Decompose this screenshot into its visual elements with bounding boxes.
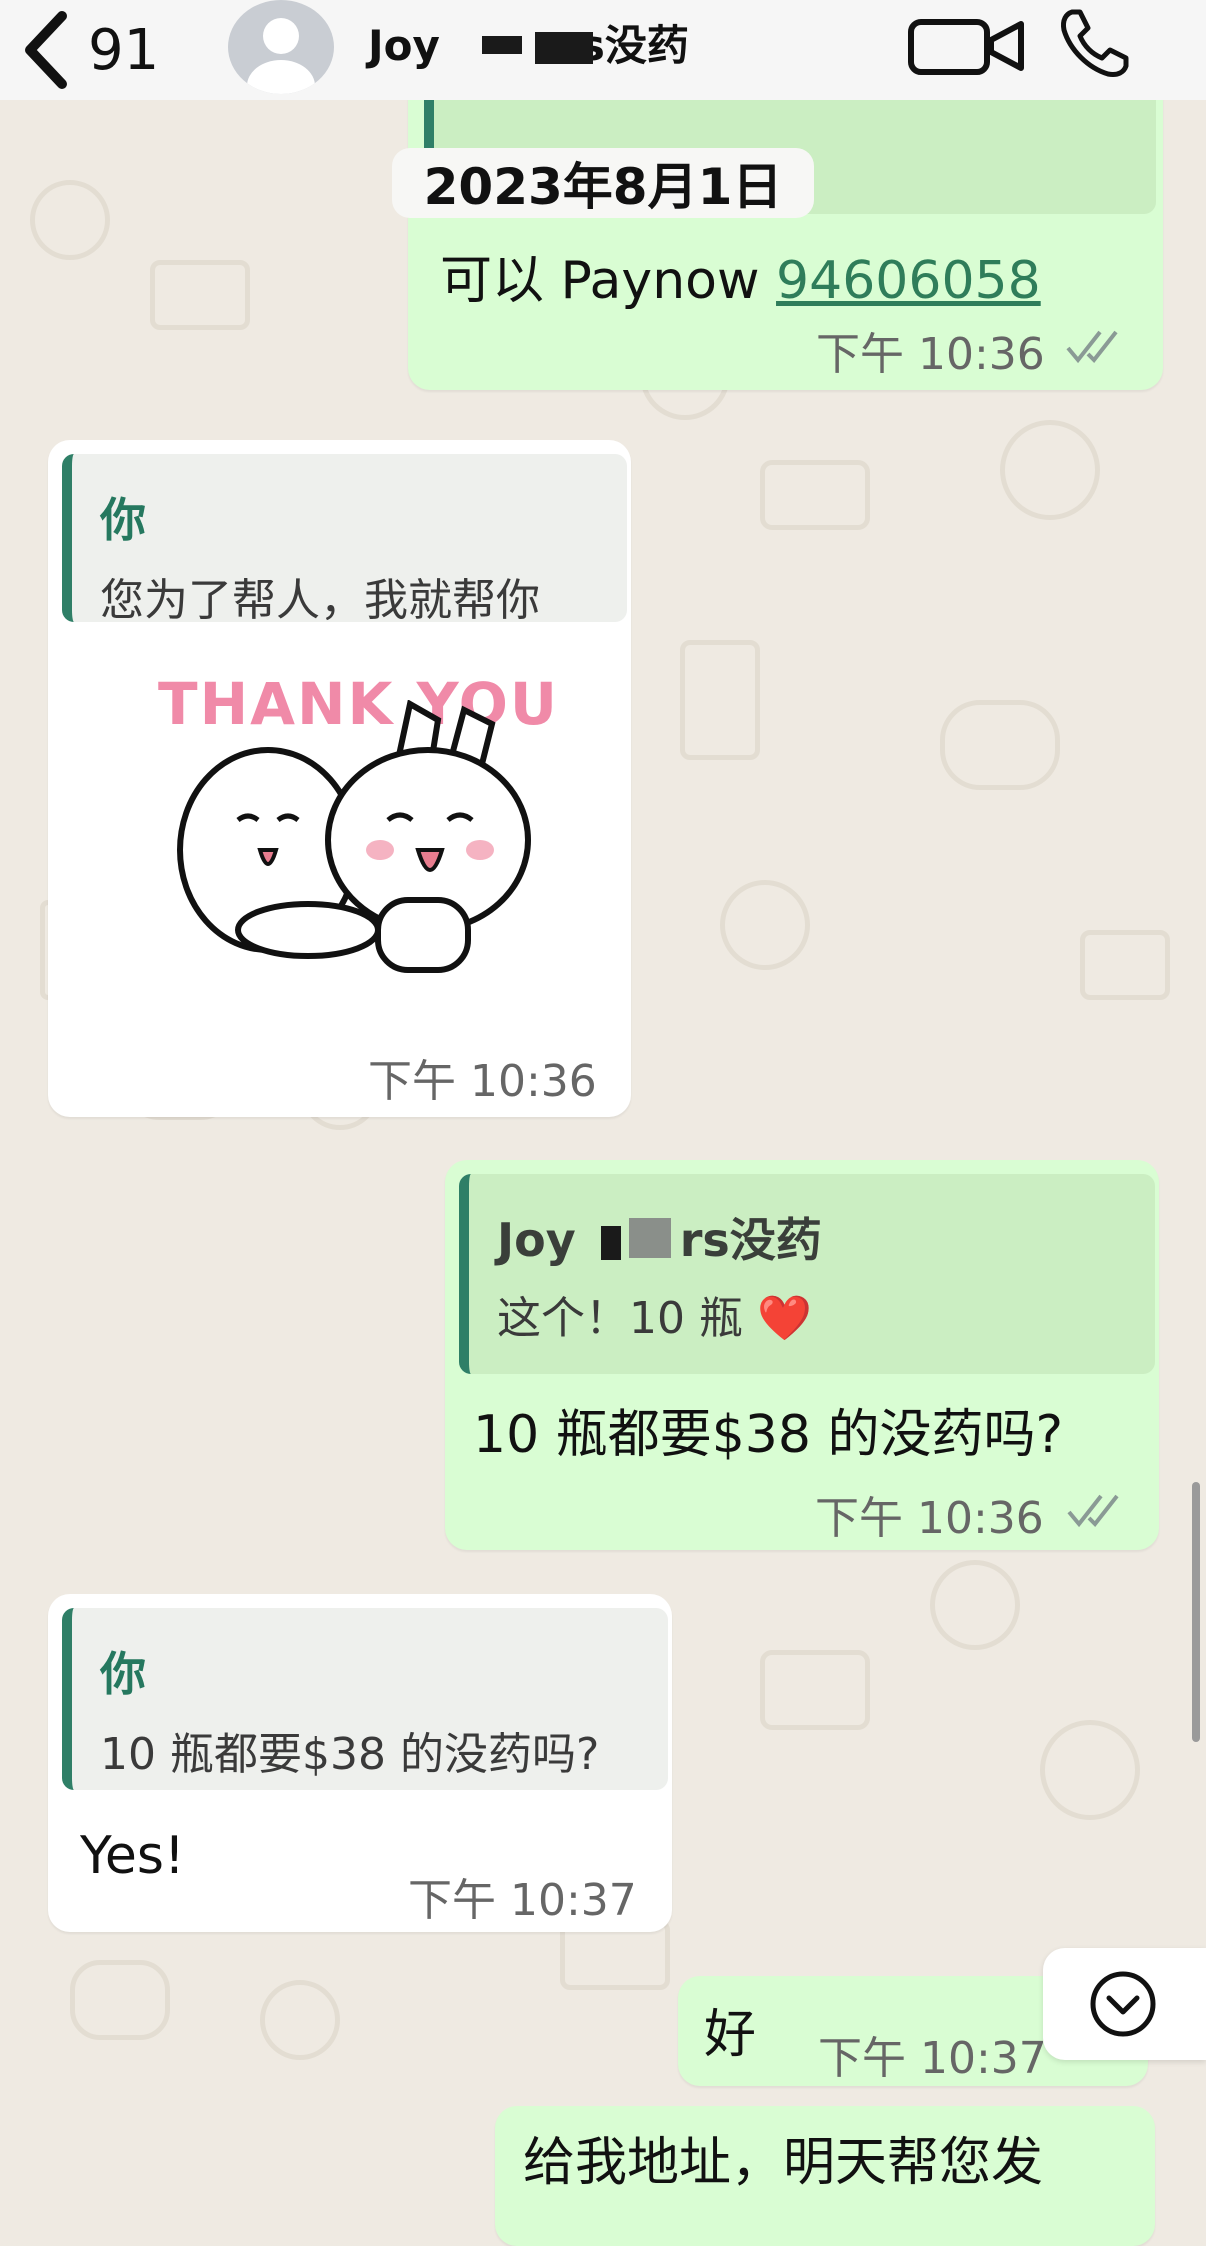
phone-icon bbox=[1061, 9, 1129, 77]
redaction-mark bbox=[629, 1218, 671, 1258]
message-text: Yes! bbox=[80, 1826, 185, 1886]
quote-author: 你 bbox=[100, 493, 146, 547]
date-separator: 2023年8月1日 bbox=[392, 148, 814, 218]
message-text: 10 瓶都要$38 的没药吗? bbox=[473, 1405, 1064, 1465]
scrollbar[interactable] bbox=[1192, 1482, 1200, 1742]
message-time: 下午 10:37 bbox=[818, 2033, 1047, 2084]
read-receipt-icon bbox=[1067, 1494, 1119, 1528]
phone-number-link[interactable]: 94606058 bbox=[776, 251, 1041, 311]
scroll-to-bottom-button[interactable] bbox=[1043, 1948, 1206, 2060]
unread-count: 91 bbox=[88, 17, 160, 83]
bunny-sticker-icon bbox=[177, 700, 531, 973]
heart-emoji: ❤️ bbox=[756, 1293, 812, 1344]
message-incoming[interactable]: 你 您为了帮人，我就帮你 THANK YOU 下午 10:36 bbox=[48, 440, 631, 1117]
video-camera-icon bbox=[908, 19, 1024, 75]
quote-text: 这个！10 瓶 ❤️ bbox=[497, 1293, 812, 1344]
message-outgoing[interactable]: Joy rs没药 这个！10 瓶 ❤️ 10 瓶都要$38 的没药吗? 下午 10… bbox=[445, 1160, 1159, 1550]
avatar-person-icon bbox=[247, 18, 315, 94]
message-outgoing[interactable]: 给我地址，明天帮您发 bbox=[495, 2106, 1155, 2246]
read-receipt-icon bbox=[1066, 330, 1118, 364]
message-time: 下午 10:36 bbox=[816, 329, 1045, 380]
video-call-button[interactable] bbox=[905, 10, 1029, 84]
sticker-thank-you[interactable]: THANK YOU bbox=[148, 660, 578, 980]
message-outgoing[interactable]: 可以 Paynow 94606058 下午 10:36 bbox=[408, 70, 1163, 390]
avatar[interactable] bbox=[228, 0, 334, 94]
message-text: 给我地址，明天帮您发 bbox=[523, 2133, 1044, 2193]
message-time: 下午 10:37 bbox=[408, 1875, 637, 1926]
redaction-mark bbox=[535, 32, 593, 64]
quoted-message[interactable]: 你 您为了帮人，我就帮你 bbox=[62, 454, 627, 626]
quoted-message[interactable]: Joy rs没药 这个！10 瓶 ❤️ bbox=[459, 1174, 1155, 1374]
chevron-down-icon bbox=[1090, 1971, 1156, 2037]
message-text: 可以 Paynow 94606058 bbox=[440, 251, 1041, 311]
message-text: 好 bbox=[704, 2005, 757, 2065]
message-time: 下午 10:36 bbox=[368, 1056, 597, 1107]
chat-header: 91 Joy s没药 bbox=[0, 0, 1206, 100]
quote-text: 您为了帮人，我就帮你 bbox=[100, 575, 540, 626]
quote-text: 10 瓶都要$38 的没药吗? bbox=[100, 1729, 600, 1780]
redaction-mark bbox=[482, 36, 522, 54]
back-chevron-icon bbox=[25, 11, 67, 89]
quote-author: 你 bbox=[100, 1647, 146, 1701]
message-time: 下午 10:36 bbox=[815, 1493, 1044, 1544]
voice-call-button[interactable] bbox=[1058, 6, 1132, 84]
quoted-message[interactable]: 你 10 瓶都要$38 的没药吗? bbox=[62, 1608, 668, 1790]
back-button[interactable]: 91 bbox=[22, 0, 159, 100]
contact-name[interactable]: Joy s没药 bbox=[368, 12, 689, 73]
redaction-mark bbox=[601, 1226, 621, 1260]
message-incoming[interactable]: 你 10 瓶都要$38 的没药吗? Yes! 下午 10:37 bbox=[48, 1594, 672, 1932]
